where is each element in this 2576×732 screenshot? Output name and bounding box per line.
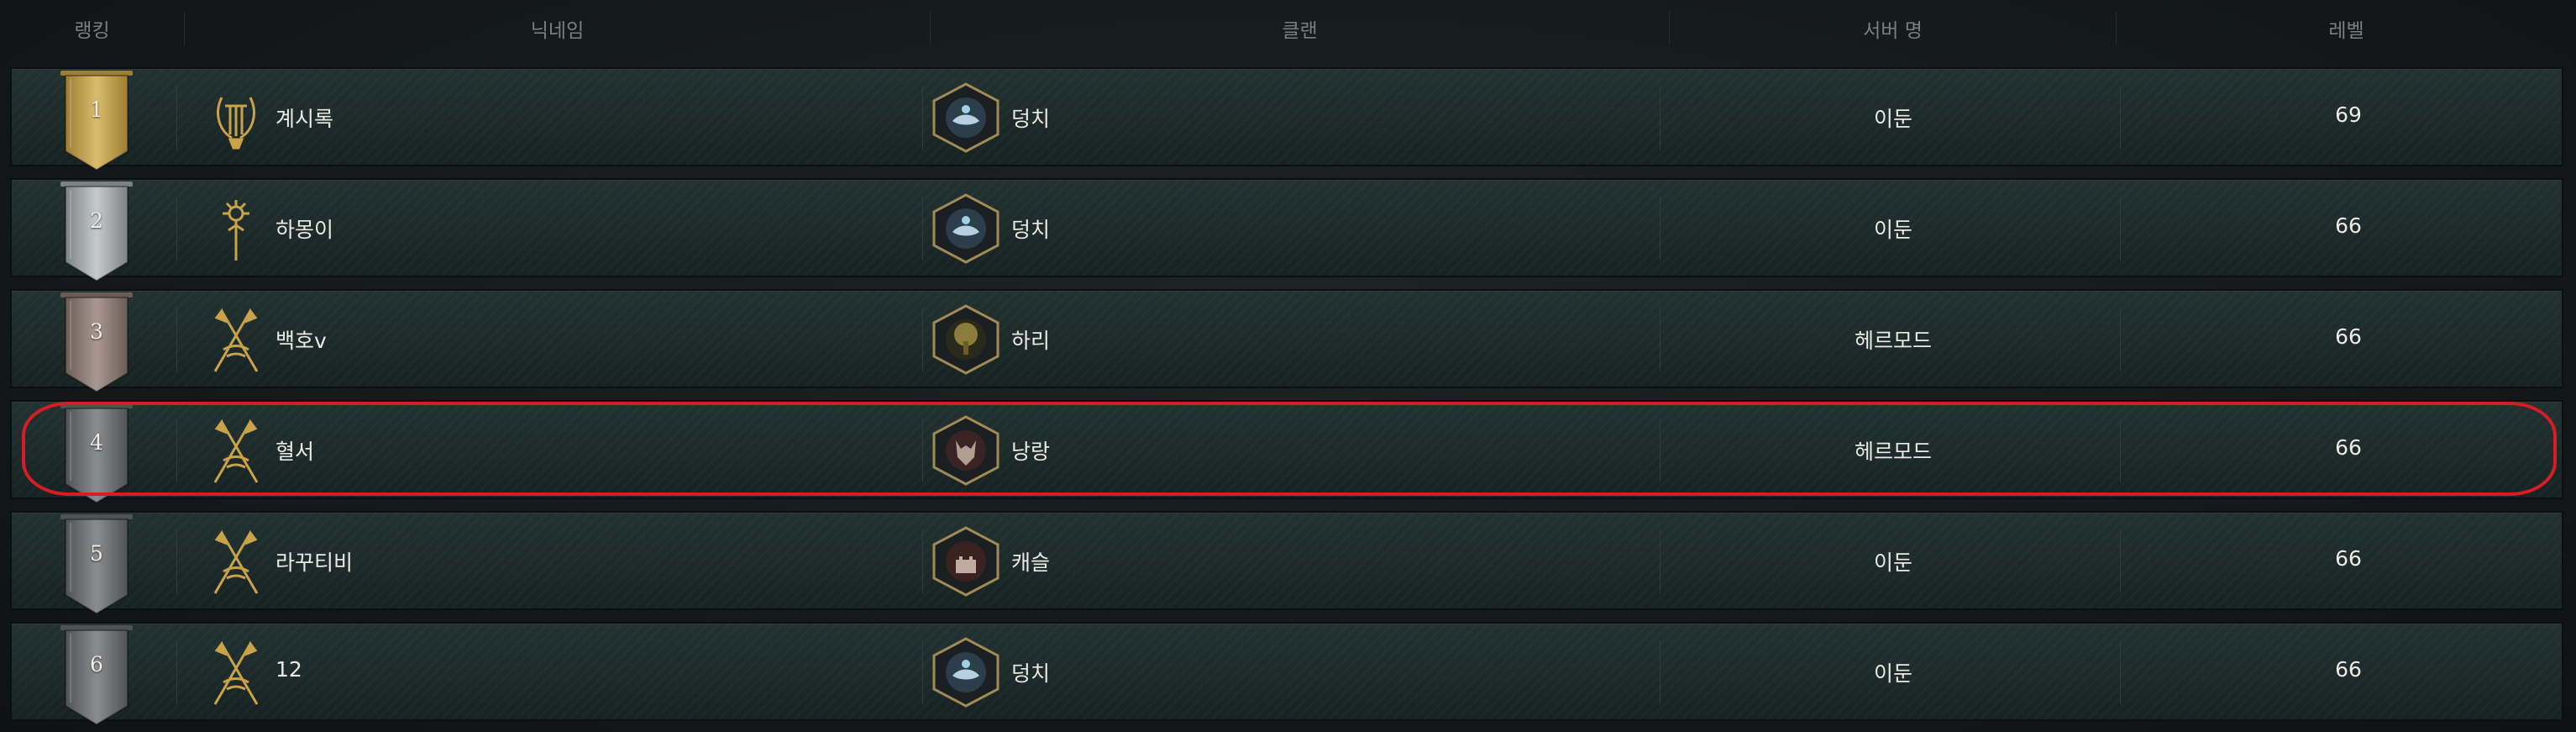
rank-number: 1 [90, 97, 103, 122]
clan-name[interactable]: 덩치 [1011, 657, 1050, 687]
wolf-emblem [931, 415, 1001, 486]
blue-crest-emblem [931, 637, 1001, 708]
player-level: 66 [2335, 657, 2362, 682]
castle-emblem [931, 526, 1001, 597]
crossed-spears-icon [198, 524, 274, 600]
clan-name[interactable]: 덩치 [1011, 103, 1050, 133]
server-name: 이둔 [1873, 218, 1912, 242]
rank-number: 4 [90, 430, 103, 455]
ranking-row[interactable]: 3 백호v 하리 헤르모드 66 [10, 289, 2563, 393]
column-divider [2120, 529, 2121, 593]
rank-number: 6 [90, 652, 103, 677]
staff-icon [198, 192, 274, 267]
ranking-row[interactable]: 4 혈서 낭랑 헤르모드 66 [10, 400, 2563, 504]
player-nickname[interactable]: 12 [275, 657, 302, 682]
ranking-board: 랭킹 닉네임 클랜 서버 명 레벨 1 계시록 덩치 이둔 69 2 하몽이 덩… [0, 0, 2576, 732]
crossed-spears-icon [198, 413, 274, 489]
player-level: 66 [2335, 213, 2362, 238]
column-divider [922, 197, 923, 261]
player-nickname[interactable]: 하몽이 [275, 213, 333, 244]
header-nickname[interactable]: 닉네임 [185, 12, 931, 45]
server-name: 이둔 [1873, 550, 1912, 575]
ranking-row[interactable]: 5 라꾸티비 캐슬 이둔 66 [10, 511, 2563, 615]
header-rank[interactable]: 랭킹 [0, 12, 185, 45]
blue-crest-emblem [931, 82, 1001, 153]
crossed-spears-icon [198, 635, 274, 711]
rank-number: 2 [90, 208, 103, 233]
blue-crest-emblem [931, 193, 1001, 264]
clan-name[interactable]: 캐슬 [1011, 546, 1050, 577]
column-divider [176, 197, 177, 261]
player-nickname[interactable]: 계시록 [275, 103, 333, 133]
clan-name[interactable]: 덩치 [1011, 213, 1050, 244]
rank-number: 5 [90, 541, 103, 566]
column-divider [922, 86, 923, 150]
column-divider [176, 419, 177, 482]
player-level: 66 [2335, 435, 2362, 460]
ranking-header: 랭킹 닉네임 클랜 서버 명 레벨 [0, 0, 2576, 57]
column-divider [2120, 419, 2121, 482]
server-name: 이둔 [1873, 661, 1912, 686]
header-clan[interactable]: 클랜 [931, 12, 1670, 45]
ranking-row[interactable]: 2 하몽이 덩치 이둔 66 [10, 178, 2563, 282]
column-divider [176, 308, 177, 371]
column-divider [922, 308, 923, 371]
player-nickname[interactable]: 라꾸티비 [275, 546, 353, 577]
clan-name[interactable]: 하리 [1011, 324, 1050, 355]
lyre-icon [198, 81, 274, 156]
server-name: 이둔 [1873, 107, 1912, 131]
server-name: 헤르모드 [1854, 440, 1932, 464]
clan-name[interactable]: 낭랑 [1011, 435, 1050, 466]
column-divider [922, 529, 923, 593]
crossed-spears-icon [198, 303, 274, 378]
player-nickname[interactable]: 혈서 [275, 435, 314, 466]
header-level[interactable]: 레벨 [2117, 12, 2576, 45]
ranking-row[interactable]: 6 12 덩치 이둔 66 [10, 622, 2563, 726]
column-divider [2120, 197, 2121, 261]
rank-number: 3 [90, 319, 103, 344]
column-divider [176, 529, 177, 593]
column-divider [2120, 640, 2121, 704]
column-divider [2120, 86, 2121, 150]
header-server[interactable]: 서버 명 [1670, 12, 2117, 45]
column-divider [922, 419, 923, 482]
column-divider [176, 640, 177, 704]
column-divider [176, 86, 177, 150]
player-level: 69 [2335, 103, 2362, 127]
player-level: 66 [2335, 324, 2362, 349]
player-level: 66 [2335, 546, 2362, 571]
server-name: 헤르모드 [1854, 329, 1932, 353]
tree-emblem [931, 304, 1001, 375]
column-divider [922, 640, 923, 704]
ranking-row[interactable]: 1 계시록 덩치 이둔 69 [10, 67, 2563, 171]
player-nickname[interactable]: 백호v [275, 324, 327, 355]
column-divider [2120, 308, 2121, 371]
